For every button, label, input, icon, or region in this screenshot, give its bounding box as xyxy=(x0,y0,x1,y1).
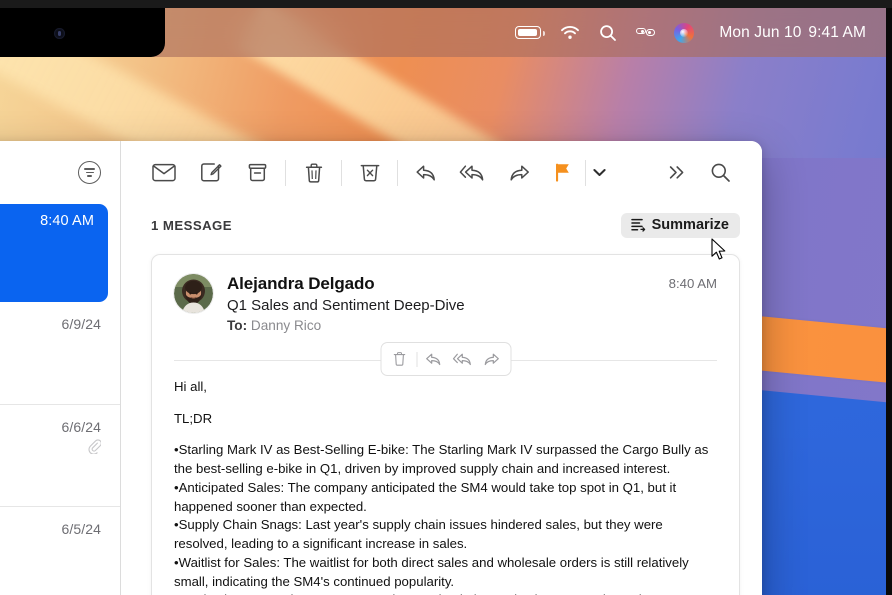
body-bullet: •Supply Chain Snags: Last year's supply … xyxy=(174,517,663,552)
message-subject: Q1 Sales and Sentiment Deep-Dive xyxy=(227,297,465,314)
list-item-date: 6/9/24 xyxy=(61,316,101,332)
message-body: Hi all, TL;DR •Starling Mark IV as Best-… xyxy=(174,378,717,595)
list-item-preview: as Best-Selling rpassed the C… xyxy=(0,251,94,290)
message-list-sidebar: 8:40 AM Dive as Best-Selling rpassed the… xyxy=(0,141,121,595)
display-notch xyxy=(0,0,165,57)
message-subheader: 1 MESSAGE Summarize xyxy=(121,204,762,246)
message-divider xyxy=(174,342,717,378)
sender-name: Alejandra Delgado xyxy=(227,274,375,293)
battery-icon[interactable] xyxy=(515,26,545,39)
toolbar-divider xyxy=(397,159,398,186)
flag-button[interactable] xyxy=(543,153,583,193)
toolbar-divider xyxy=(285,159,286,186)
list-item-preview: to drop a quick ing Tuesday an… xyxy=(0,559,101,595)
recipient-line: To: Danny Rico xyxy=(227,318,655,333)
list-item[interactable]: 6/9/24 ant to come to d? If you two j… xyxy=(0,302,120,405)
menu-bar-time: 9:41 AM xyxy=(808,23,866,41)
list-item-preview: ant to come to d? If you two j… xyxy=(0,354,101,393)
mark-unread-button[interactable] xyxy=(140,153,187,193)
body-bullet: •Anticipated Sales: The company anticipa… xyxy=(174,479,677,514)
list-item[interactable]: 8:40 AM Dive as Best-Selling rpassed the… xyxy=(0,204,108,302)
reply-all-button[interactable] xyxy=(449,153,496,193)
display-bezel-top xyxy=(0,0,892,8)
message-count-label: 1 MESSAGE xyxy=(151,217,232,233)
spotlight-search-icon[interactable] xyxy=(599,24,617,42)
mail-toolbar xyxy=(121,141,762,204)
search-button[interactable] xyxy=(700,153,740,193)
list-item[interactable]: 6/5/24 to drop a quick ing Tuesday an… xyxy=(0,507,120,595)
avatar xyxy=(174,274,213,313)
message-card: Alejandra Delgado Q1 Sales and Sentiment… xyxy=(151,254,740,595)
sidebar-toolbar xyxy=(0,141,120,204)
siri-icon[interactable] xyxy=(674,22,695,43)
webcam-indicator-icon xyxy=(54,28,65,39)
list-item-date: 6/6/24 xyxy=(61,418,101,435)
list-item-subject: Dive xyxy=(0,232,94,251)
body-bullet-list: •Starling Mark IV as Best-Selling E-bike… xyxy=(174,441,717,595)
summarize-button[interactable]: Summarize xyxy=(620,212,740,238)
list-item-preview: o town with me w how to make… xyxy=(0,456,101,495)
summarize-lines-icon xyxy=(630,218,645,232)
message-list[interactable]: 8:40 AM Dive as Best-Selling rpassed the… xyxy=(0,204,120,595)
display-bezel-right xyxy=(886,0,892,595)
quick-reply-all-button[interactable] xyxy=(448,346,477,372)
quick-action-bar xyxy=(380,342,511,376)
mail-window: 8:40 AM Dive as Best-Selling rpassed the… xyxy=(0,141,762,595)
summarize-label: Summarize xyxy=(651,216,729,233)
control-center-icon[interactable] xyxy=(636,25,656,40)
flag-dropdown-button[interactable] xyxy=(588,153,610,193)
list-item-date: 8:40 AM xyxy=(40,213,94,229)
message-header: Alejandra Delgado Q1 Sales and Sentiment… xyxy=(174,274,717,333)
quick-reply-button[interactable] xyxy=(419,346,448,372)
list-item-date: 6/5/24 xyxy=(61,520,101,537)
toolbar-divider xyxy=(341,159,342,186)
forward-button[interactable] xyxy=(496,153,543,193)
more-actions-button[interactable] xyxy=(653,153,700,193)
message-time: 8:40 AM xyxy=(668,276,717,291)
body-bullet: •Starling Mark IV as Best-Selling E-bike… xyxy=(174,442,709,477)
list-item[interactable]: 6/6/24 o town with me w how to make… xyxy=(0,405,120,507)
archive-button[interactable] xyxy=(234,153,281,193)
junk-button[interactable] xyxy=(346,153,393,193)
mouse-cursor xyxy=(711,238,726,260)
recipient-name[interactable]: Danny Rico xyxy=(251,318,321,333)
screen: Mon Jun 10 9:41 AM 8:40 AM Dive as Best-S… xyxy=(0,0,892,595)
to-label: To: xyxy=(227,318,248,333)
wifi-icon[interactable] xyxy=(560,25,580,40)
compose-button[interactable] xyxy=(187,153,234,193)
body-bullet: •Production Pace: The company needs to m… xyxy=(174,591,717,595)
delete-button[interactable] xyxy=(290,153,337,193)
body-bullet: •Waitlist for Sales: The waitlist for bo… xyxy=(174,554,689,589)
menu-bar-clock[interactable]: Mon Jun 10 9:41 AM xyxy=(719,24,866,42)
body-greeting: Hi all, xyxy=(174,379,207,394)
quick-forward-button[interactable] xyxy=(477,346,506,372)
body-tldr-label: TL;DR xyxy=(174,410,213,426)
quick-action-divider xyxy=(416,351,417,367)
menu-bar-date: Mon Jun 10 xyxy=(719,23,802,41)
message-view: 1 MESSAGE Summarize Alejandra Delgado Q1… xyxy=(121,141,762,595)
quick-delete-button[interactable] xyxy=(385,346,414,372)
attachment-paperclip-icon xyxy=(88,439,101,454)
filter-icon[interactable] xyxy=(78,161,101,184)
reply-button[interactable] xyxy=(402,153,449,193)
toolbar-divider xyxy=(585,159,586,186)
